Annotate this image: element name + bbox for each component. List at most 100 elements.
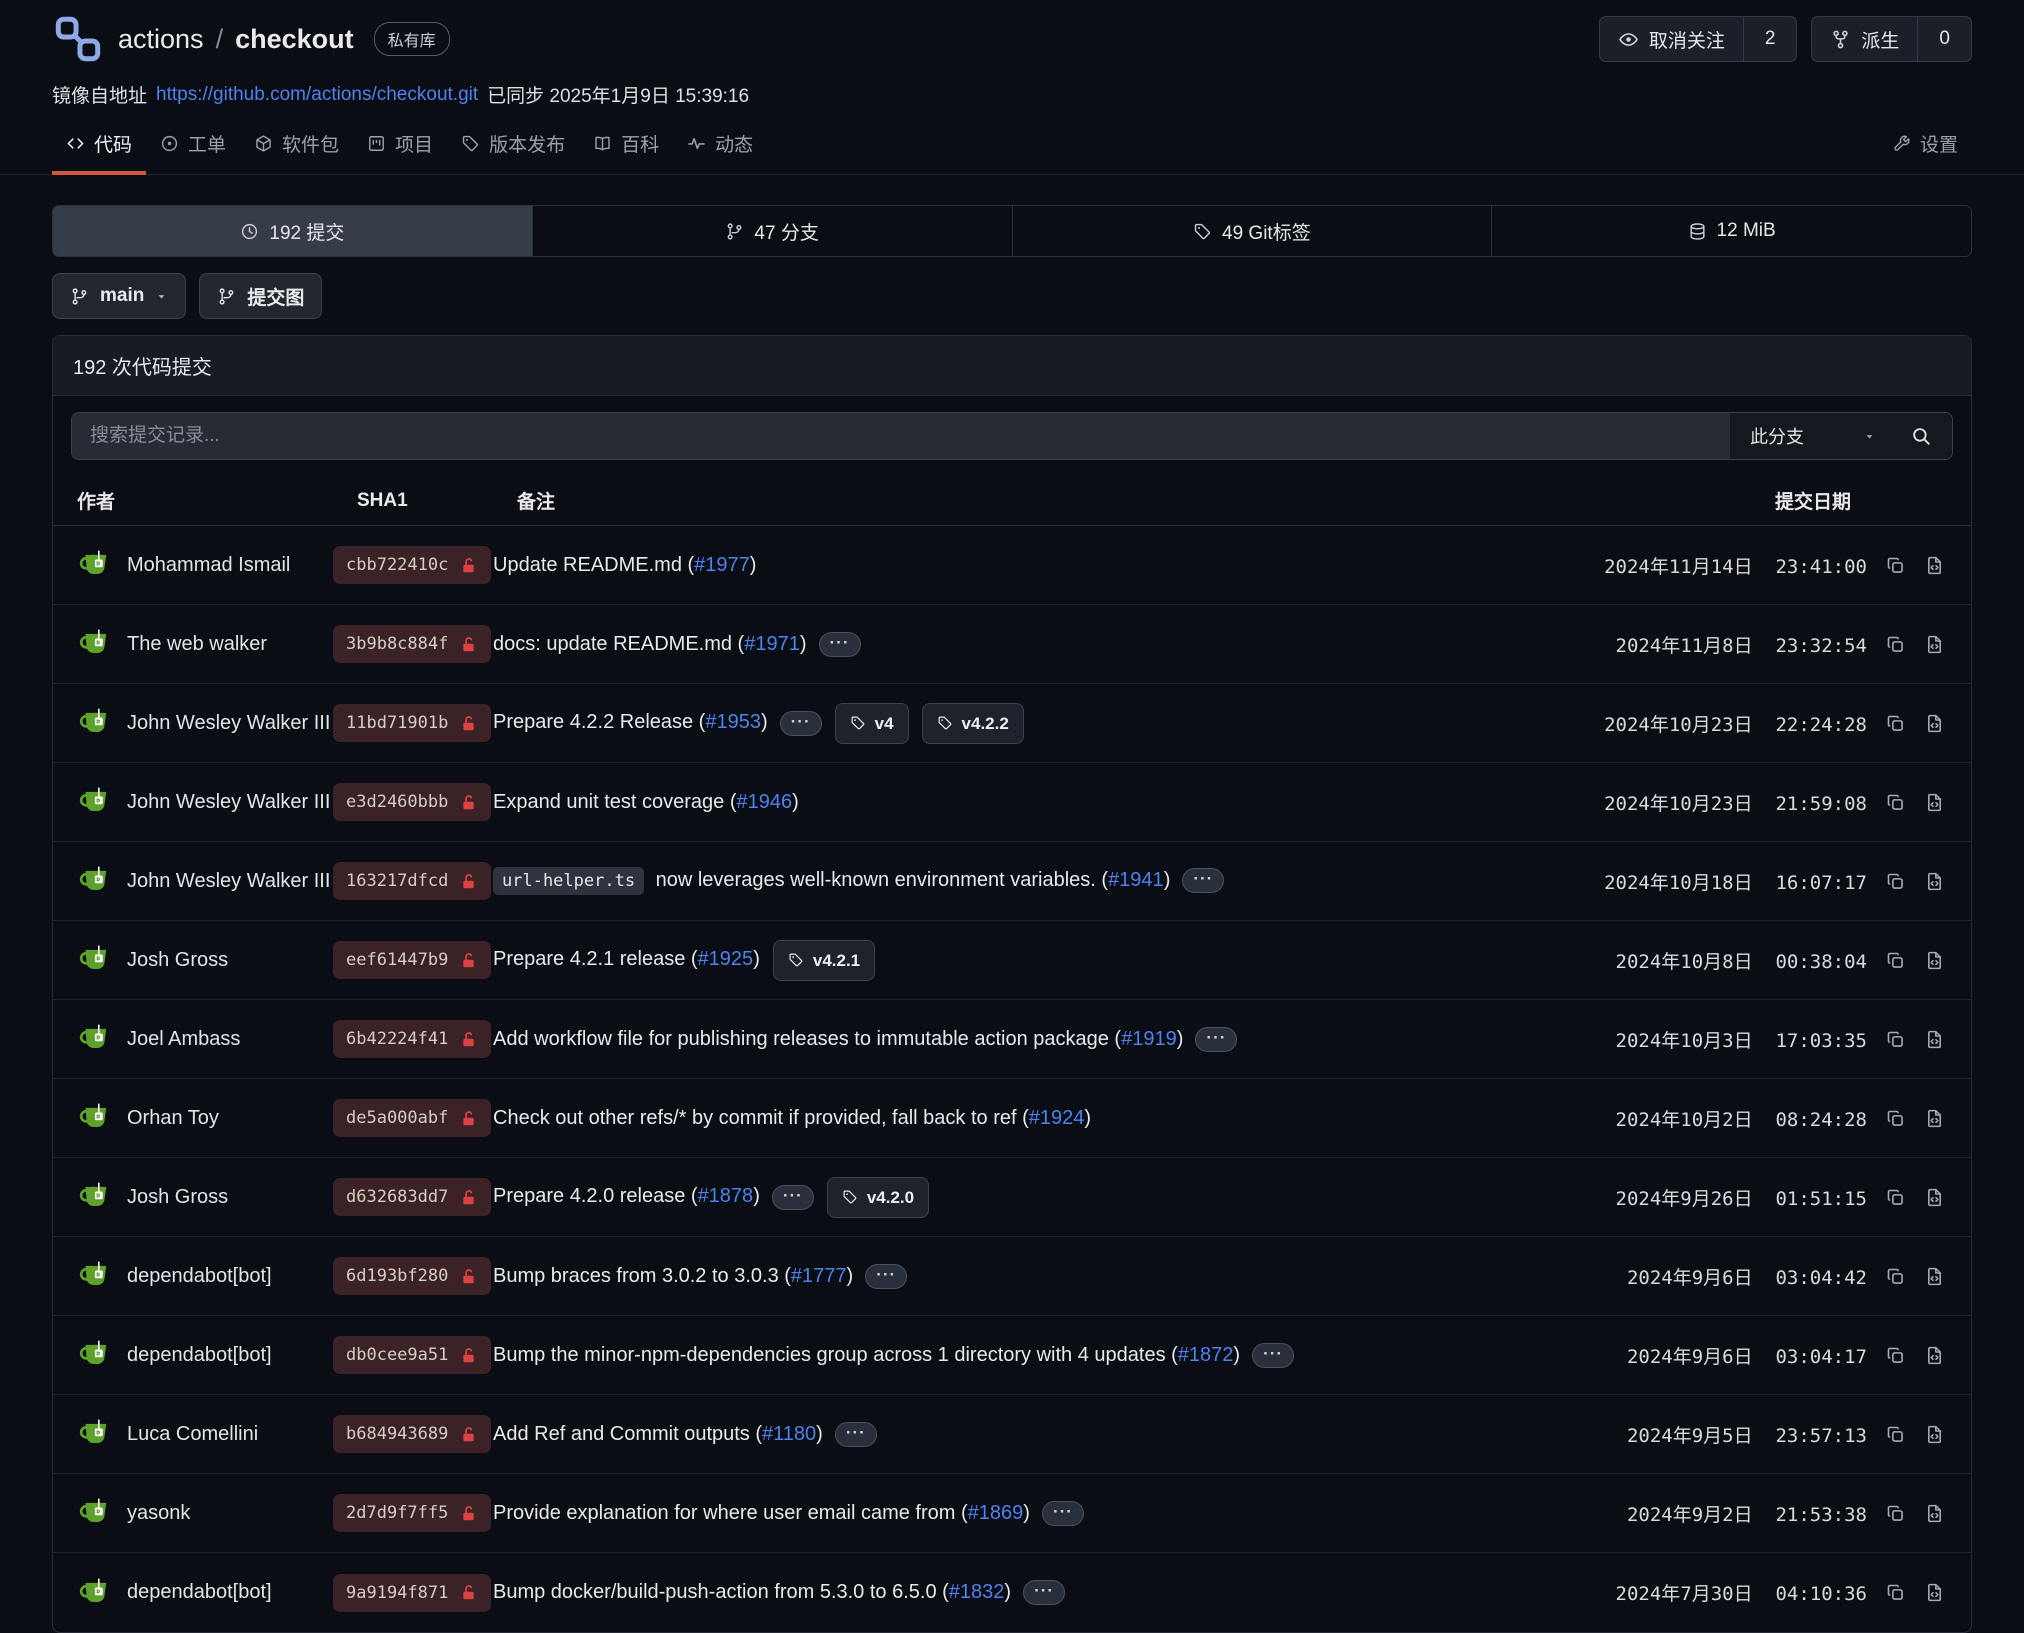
expand-commit-message-button[interactable]: ··· bbox=[780, 711, 822, 736]
org-link[interactable]: actions bbox=[118, 24, 204, 55]
tab-projects[interactable]: 项目 bbox=[353, 117, 447, 175]
avatar[interactable] bbox=[77, 1576, 111, 1610]
commit-sha-link[interactable]: 11bd71901b bbox=[333, 704, 491, 742]
copy-sha-button[interactable] bbox=[1885, 1187, 1906, 1208]
copy-sha-button[interactable] bbox=[1885, 713, 1906, 734]
avatar[interactable] bbox=[77, 706, 111, 740]
copy-sha-button[interactable] bbox=[1885, 1266, 1906, 1287]
avatar[interactable] bbox=[77, 1101, 111, 1135]
expand-commit-message-button[interactable]: ··· bbox=[1182, 868, 1224, 893]
pr-link[interactable]: #1946 bbox=[736, 791, 792, 813]
stat-branches[interactable]: 47 分支 bbox=[532, 206, 1012, 256]
avatar[interactable] bbox=[77, 627, 111, 661]
tab-releases[interactable]: 版本发布 bbox=[447, 117, 579, 175]
commit-sha-link[interactable]: 2d7d9f7ff5 bbox=[333, 1494, 491, 1532]
pr-link[interactable]: #1941 bbox=[1108, 869, 1164, 891]
pr-link[interactable]: #1977 bbox=[694, 554, 750, 576]
copy-sha-button[interactable] bbox=[1885, 1108, 1906, 1129]
commit-sha-link[interactable]: d632683dd7 bbox=[333, 1178, 491, 1216]
search-button[interactable] bbox=[1890, 413, 1952, 459]
fork-count[interactable]: 0 bbox=[1917, 17, 1971, 61]
watch-count[interactable]: 2 bbox=[1743, 17, 1797, 61]
expand-commit-message-button[interactable]: ··· bbox=[1042, 1501, 1084, 1526]
avatar[interactable] bbox=[77, 1259, 111, 1293]
mirror-url-link[interactable]: https://github.com/actions/checkout.git bbox=[156, 84, 478, 106]
commit-sha-link[interactable]: 3b9b8c884f bbox=[333, 625, 491, 663]
expand-commit-message-button[interactable]: ··· bbox=[772, 1185, 814, 1210]
avatar[interactable] bbox=[77, 1417, 111, 1451]
copy-sha-button[interactable] bbox=[1885, 1029, 1906, 1050]
copy-sha-button[interactable] bbox=[1885, 792, 1906, 813]
expand-commit-message-button[interactable]: ··· bbox=[1023, 1580, 1065, 1605]
pr-link[interactable]: #1919 bbox=[1121, 1028, 1177, 1050]
browse-source-button[interactable] bbox=[1924, 871, 1945, 892]
commit-sha-link[interactable]: 6d193bf280 bbox=[333, 1257, 491, 1295]
pr-link[interactable]: #1971 bbox=[744, 633, 800, 655]
commit-sha-link[interactable]: de5a000abf bbox=[333, 1099, 491, 1137]
commit-sha-link[interactable]: 6b42224f41 bbox=[333, 1020, 491, 1058]
pr-link[interactable]: #1777 bbox=[791, 1265, 847, 1287]
expand-commit-message-button[interactable]: ··· bbox=[819, 632, 861, 657]
branch-filter-dropdown[interactable]: 此分支 bbox=[1730, 413, 1890, 459]
tab-activity[interactable]: 动态 bbox=[673, 117, 767, 175]
pr-link[interactable]: #1180 bbox=[762, 1423, 816, 1445]
browse-source-button[interactable] bbox=[1924, 1266, 1945, 1287]
avatar[interactable] bbox=[77, 864, 111, 898]
copy-sha-button[interactable] bbox=[1885, 950, 1906, 971]
browse-source-button[interactable] bbox=[1924, 1345, 1945, 1366]
commit-sha-link[interactable]: 163217dfcd bbox=[333, 862, 491, 900]
browse-source-button[interactable] bbox=[1924, 634, 1945, 655]
expand-commit-message-button[interactable]: ··· bbox=[835, 1422, 877, 1447]
pr-link[interactable]: #1925 bbox=[698, 948, 754, 970]
tab-packages[interactable]: 软件包 bbox=[240, 117, 353, 175]
commit-sha-link[interactable]: db0cee9a51 bbox=[333, 1336, 491, 1374]
stat-commits[interactable]: 192 提交 bbox=[53, 206, 532, 256]
tag-chip-v4[interactable]: v4 bbox=[835, 703, 909, 744]
avatar[interactable] bbox=[77, 785, 111, 819]
avatar[interactable] bbox=[77, 1338, 111, 1372]
pr-link[interactable]: #1878 bbox=[698, 1185, 754, 1207]
browse-source-button[interactable] bbox=[1924, 1029, 1945, 1050]
copy-sha-button[interactable] bbox=[1885, 1424, 1906, 1445]
pr-link[interactable]: #1924 bbox=[1029, 1107, 1085, 1129]
commit-sha-link[interactable]: 9a9194f871 bbox=[333, 1574, 491, 1612]
tag-chip-v4.2.2[interactable]: v4.2.2 bbox=[922, 703, 1024, 744]
pr-link[interactable]: #1872 bbox=[1178, 1344, 1234, 1366]
expand-commit-message-button[interactable]: ··· bbox=[1195, 1027, 1237, 1052]
commit-sha-link[interactable]: b684943689 bbox=[333, 1415, 491, 1453]
copy-sha-button[interactable] bbox=[1885, 634, 1906, 655]
avatar[interactable] bbox=[77, 548, 111, 582]
browse-source-button[interactable] bbox=[1924, 1503, 1945, 1524]
tab-code[interactable]: 代码 bbox=[52, 117, 146, 175]
copy-sha-button[interactable] bbox=[1885, 1345, 1906, 1366]
avatar[interactable] bbox=[77, 1180, 111, 1214]
browse-source-button[interactable] bbox=[1924, 713, 1945, 734]
browse-source-button[interactable] bbox=[1924, 1108, 1945, 1129]
fork-button[interactable]: 派生 0 bbox=[1811, 16, 1972, 62]
expand-commit-message-button[interactable]: ··· bbox=[865, 1264, 907, 1289]
copy-sha-button[interactable] bbox=[1885, 1503, 1906, 1524]
tag-chip-v4.2.1[interactable]: v4.2.1 bbox=[773, 940, 875, 981]
pr-link[interactable]: #1953 bbox=[705, 711, 761, 733]
org-avatar[interactable] bbox=[52, 13, 104, 65]
commit-sha-link[interactable]: e3d2460bbb bbox=[333, 783, 491, 821]
tab-settings[interactable]: 设置 bbox=[1878, 117, 1972, 175]
commit-graph-button[interactable]: 提交图 bbox=[199, 273, 322, 319]
browse-source-button[interactable] bbox=[1924, 1187, 1945, 1208]
tab-issues[interactable]: 工单 bbox=[146, 117, 240, 175]
stat-tags[interactable]: 49 Git标签 bbox=[1012, 206, 1492, 256]
unwatch-button[interactable]: 取消关注 2 bbox=[1599, 16, 1798, 62]
commit-search-input[interactable] bbox=[72, 413, 1730, 459]
tab-wiki[interactable]: 百科 bbox=[579, 117, 673, 175]
copy-sha-button[interactable] bbox=[1885, 555, 1906, 576]
expand-commit-message-button[interactable]: ··· bbox=[1252, 1343, 1294, 1368]
commit-sha-link[interactable]: eef61447b9 bbox=[333, 941, 491, 979]
browse-source-button[interactable] bbox=[1924, 1424, 1945, 1445]
avatar[interactable] bbox=[77, 943, 111, 977]
browse-source-button[interactable] bbox=[1924, 1582, 1945, 1603]
commit-sha-link[interactable]: cbb722410c bbox=[333, 546, 491, 584]
avatar[interactable] bbox=[77, 1496, 111, 1530]
copy-sha-button[interactable] bbox=[1885, 871, 1906, 892]
pr-link[interactable]: #1869 bbox=[968, 1502, 1024, 1524]
repo-link[interactable]: checkout bbox=[235, 24, 354, 55]
